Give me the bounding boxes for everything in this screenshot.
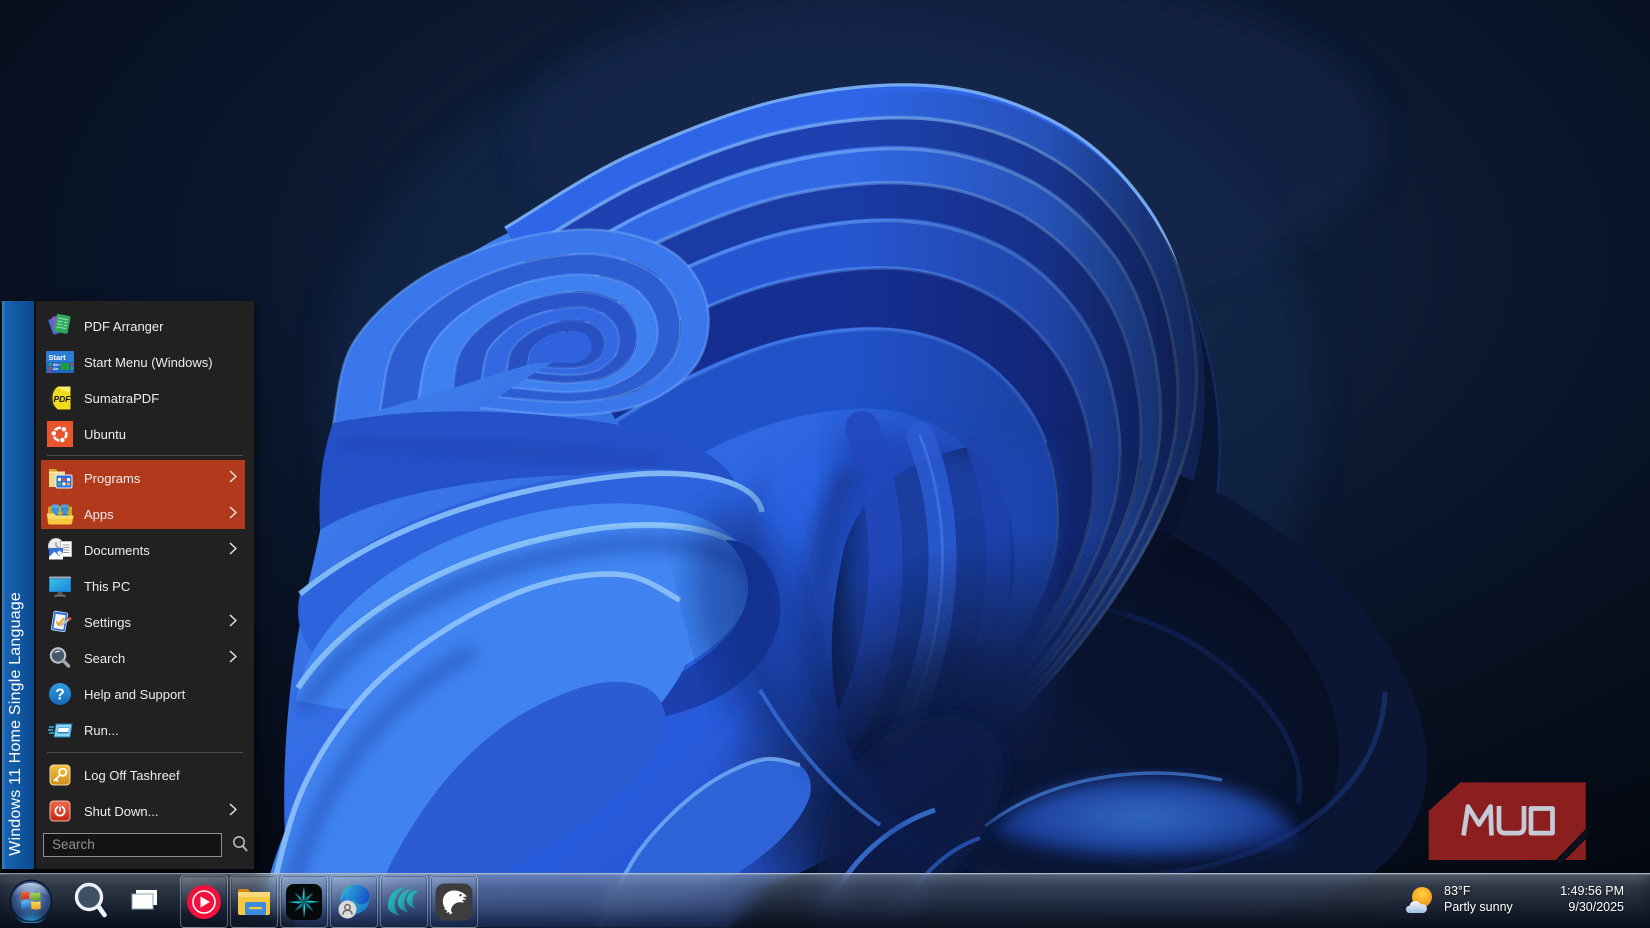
svg-text:Start: Start xyxy=(49,353,67,362)
svg-text:?: ? xyxy=(55,687,64,704)
svg-text:PDF: PDF xyxy=(54,394,72,404)
svg-text:Ale: Ale xyxy=(53,367,59,371)
